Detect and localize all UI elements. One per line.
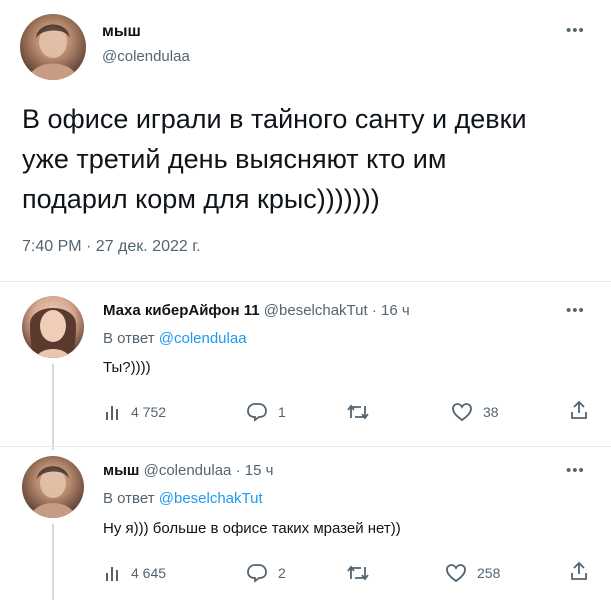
share-icon [571,561,587,580]
avatar-photo-icon [30,466,76,518]
more-options-icon[interactable]: ••• [566,22,585,39]
divider [0,446,611,447]
retweet-icon [347,404,369,420]
more-options-icon[interactable]: ••• [566,462,585,479]
share-action[interactable] [570,400,588,420]
reply-icon [247,564,267,583]
thread-line [52,524,54,600]
reply-header: мыш @colendulaa · 15 ч [103,462,273,479]
avatar[interactable] [20,14,86,80]
retweet-action[interactable] [346,563,380,583]
reply-action[interactable]: 2 [246,563,286,583]
like-count: 258 [477,565,501,581]
reply-text: Ты?)))) [103,359,151,376]
heart-icon [452,403,472,422]
avatar-photo-icon [29,308,77,358]
reply-context: В ответ @beselchakTut [103,490,263,507]
tweet-timestamp[interactable]: 7:40 PM · 27 дек. 2022 г. [22,238,201,256]
reply-author-handle[interactable]: @beselchakTut [264,302,368,319]
reply-prefix: В ответ [103,490,155,507]
reply-text: Ну я))) больше в офисе таких мразей нет)… [103,520,401,537]
tweet-text-line: подарил корм для крыс))))))) [22,184,380,214]
author-name[interactable]: мыш [102,23,141,41]
reply-to-link[interactable]: @beselchakTut [159,490,263,507]
share-action[interactable] [570,561,588,581]
reply-time[interactable]: · 16 ч [372,302,410,319]
reply-author-name[interactable]: Маха киберАйфон 11 [103,302,260,319]
reply-author-name[interactable]: мыш [103,462,139,479]
views-action[interactable]: 4 752 [105,404,166,420]
tweet-text-line: В офисе играли в тайного санту и девки [22,104,527,134]
heart-icon [446,564,466,583]
analytics-icon [106,567,118,581]
analytics-icon [106,406,118,420]
reply-time[interactable]: · 15 ч [236,462,274,479]
author-handle[interactable]: @colendulaa [102,48,190,65]
reply-header: Маха киберАйфон 11 @beselchakTut · 16 ч [103,302,410,319]
reply-icon [247,403,267,422]
avatar-photo-icon [28,24,78,80]
like-action[interactable]: 38 [451,402,499,422]
reply-count: 1 [278,404,286,420]
reply-prefix: В ответ [103,330,155,347]
reply-count: 2 [278,565,286,581]
tweet-text: В офисе играли в тайного санту и девки у… [22,99,527,219]
like-count: 38 [483,404,499,420]
like-action[interactable]: 258 [445,563,500,583]
reply-to-link[interactable]: @colendulaa [159,330,247,347]
avatar[interactable] [22,456,84,518]
thread-line [52,364,54,450]
views-count: 4 645 [131,565,167,581]
reply-context: В ответ @colendulaa [103,330,247,347]
views-action[interactable]: 4 645 [105,565,166,581]
divider [0,281,611,282]
more-options-icon[interactable]: ••• [566,302,585,319]
views-count: 4 752 [131,404,167,420]
reply-action[interactable]: 1 [246,402,286,422]
share-icon [571,400,587,419]
tweet-text-line: уже третий день выясняют кто им [22,144,447,174]
retweet-icon [347,565,369,581]
reply-author-handle[interactable]: @colendulaa [144,462,232,479]
retweet-action[interactable] [346,402,380,422]
avatar[interactable] [22,296,84,358]
